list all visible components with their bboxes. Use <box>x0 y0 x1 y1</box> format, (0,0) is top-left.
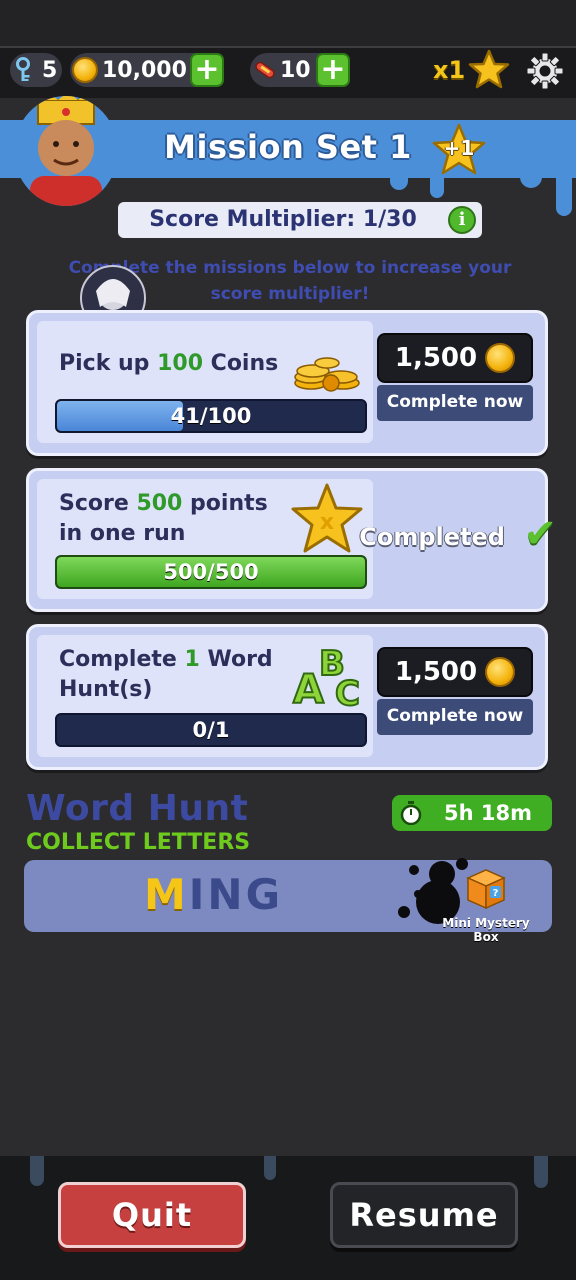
svg-text:C: C <box>335 674 360 709</box>
mission-reward: 1,500 Complete now <box>377 647 533 735</box>
word-hunt-subtitle: COLLECT LETTERS <box>26 830 251 855</box>
svg-text:x: x <box>320 510 334 535</box>
mission-progress-bar: 0/1 <box>55 713 367 747</box>
mission-text-suffix: Coins <box>203 351 279 376</box>
status-bar <box>0 0 576 48</box>
stopwatch-icon <box>400 801 422 825</box>
mission-star-badge-text: +1 <box>443 136 475 160</box>
coin-icon <box>72 57 98 83</box>
svg-text:?: ? <box>493 888 499 899</box>
key-icon <box>16 57 30 81</box>
mission-text: Score 500 points in one run <box>59 489 289 549</box>
mission-progress-bar: 41/100 <box>55 399 367 433</box>
word-hunt-timer: 5h 18m <box>392 795 552 831</box>
collected-letters: M <box>144 870 189 919</box>
mission-text-prefix: Pick up <box>59 351 158 376</box>
star-icon[interactable] <box>467 48 511 92</box>
settings-gear-icon[interactable] <box>524 50 566 92</box>
mission-text: Pick up 100 Coins <box>59 349 278 379</box>
complete-now-button[interactable]: Complete now <box>377 385 533 421</box>
mission-set-title: Mission Set 1 <box>164 128 412 166</box>
mission-progress-bar: 500/500 <box>55 555 367 589</box>
banner-drip <box>556 176 572 216</box>
footer-drip <box>264 1156 276 1180</box>
abc-letters-icon: A B C <box>292 643 361 709</box>
banner-drip <box>430 176 444 198</box>
mystery-box-prize[interactable]: ? Mini Mystery Box <box>434 866 538 944</box>
mission-target: 500 <box>136 491 183 516</box>
mission-text-prefix: Complete <box>59 647 185 672</box>
reward-amount: 1,500 <box>377 333 533 383</box>
mystery-box-icon: ? <box>466 869 506 910</box>
checkmark-icon: ✔ <box>523 511 557 557</box>
mission-progress-label: 0/1 <box>192 718 230 742</box>
reward-value: 1,500 <box>394 657 478 687</box>
footer-drip <box>534 1156 548 1188</box>
star-score-icon: x <box>291 483 363 553</box>
coin-icon <box>485 657 516 687</box>
quit-button[interactable]: Quit <box>58 1182 246 1248</box>
mission-target: 100 <box>157 351 204 376</box>
footer-drip <box>30 1156 44 1186</box>
reward-value: 1,500 <box>394 343 478 373</box>
banner-drip <box>520 176 542 188</box>
word-hunt-word: MING <box>144 870 283 919</box>
mission-card: Pick up 100 Coins 41/100 1,500 Complete … <box>26 310 548 456</box>
resume-button[interactable]: Resume <box>330 1182 518 1248</box>
mission-star-badge: +1 <box>430 122 488 178</box>
remaining-letters: ING <box>188 870 284 919</box>
score-multiplier-text: Score Multiplier: 1/30 <box>149 207 417 232</box>
mission-card: Score 500 points in one run x 500/500 Co… <box>26 468 557 612</box>
keys-counter: 5 <box>10 53 62 87</box>
word-hunt-title: Word Hunt <box>26 788 249 829</box>
timer-value: 5h 18m <box>444 801 532 825</box>
complete-now-button[interactable]: Complete now <box>377 699 533 735</box>
score-multiplier-panel: Score Multiplier: 1/30 i <box>118 202 482 238</box>
add-coins-button[interactable]: + <box>190 53 224 87</box>
mission-completed-label: Completed <box>359 523 505 551</box>
reward-amount: 1,500 <box>377 647 533 697</box>
coin-icon <box>485 343 516 373</box>
coins-stack-icon <box>294 357 360 392</box>
word-hunt-bar: MING ? Mini Mystery Box <box>24 858 552 944</box>
multiplier-value: x1 <box>433 56 466 84</box>
mission-reward: 1,500 Complete now <box>377 333 533 421</box>
banner-drip <box>390 176 408 190</box>
hoverboards-count: 10 <box>280 57 311 83</box>
add-hoverboards-button[interactable]: + <box>316 53 350 87</box>
coins-count: 10,000 <box>102 57 187 83</box>
mission-text-prefix: Score <box>59 491 137 516</box>
mission-progress-label: 500/500 <box>163 560 259 584</box>
mission-progress-label: 41/100 <box>170 404 252 428</box>
info-icon[interactable]: i <box>448 206 476 234</box>
mission-target: 1 <box>184 647 200 672</box>
keys-count: 5 <box>42 57 58 83</box>
mission-text: Complete 1 Word Hunt(s) <box>59 645 279 705</box>
hoverboard-icon <box>255 61 275 79</box>
mystery-box-label: Mini Mystery Box <box>442 916 530 944</box>
mission-card: Complete 1 Word Hunt(s) A B C 0/1 1,500 … <box>26 624 548 770</box>
